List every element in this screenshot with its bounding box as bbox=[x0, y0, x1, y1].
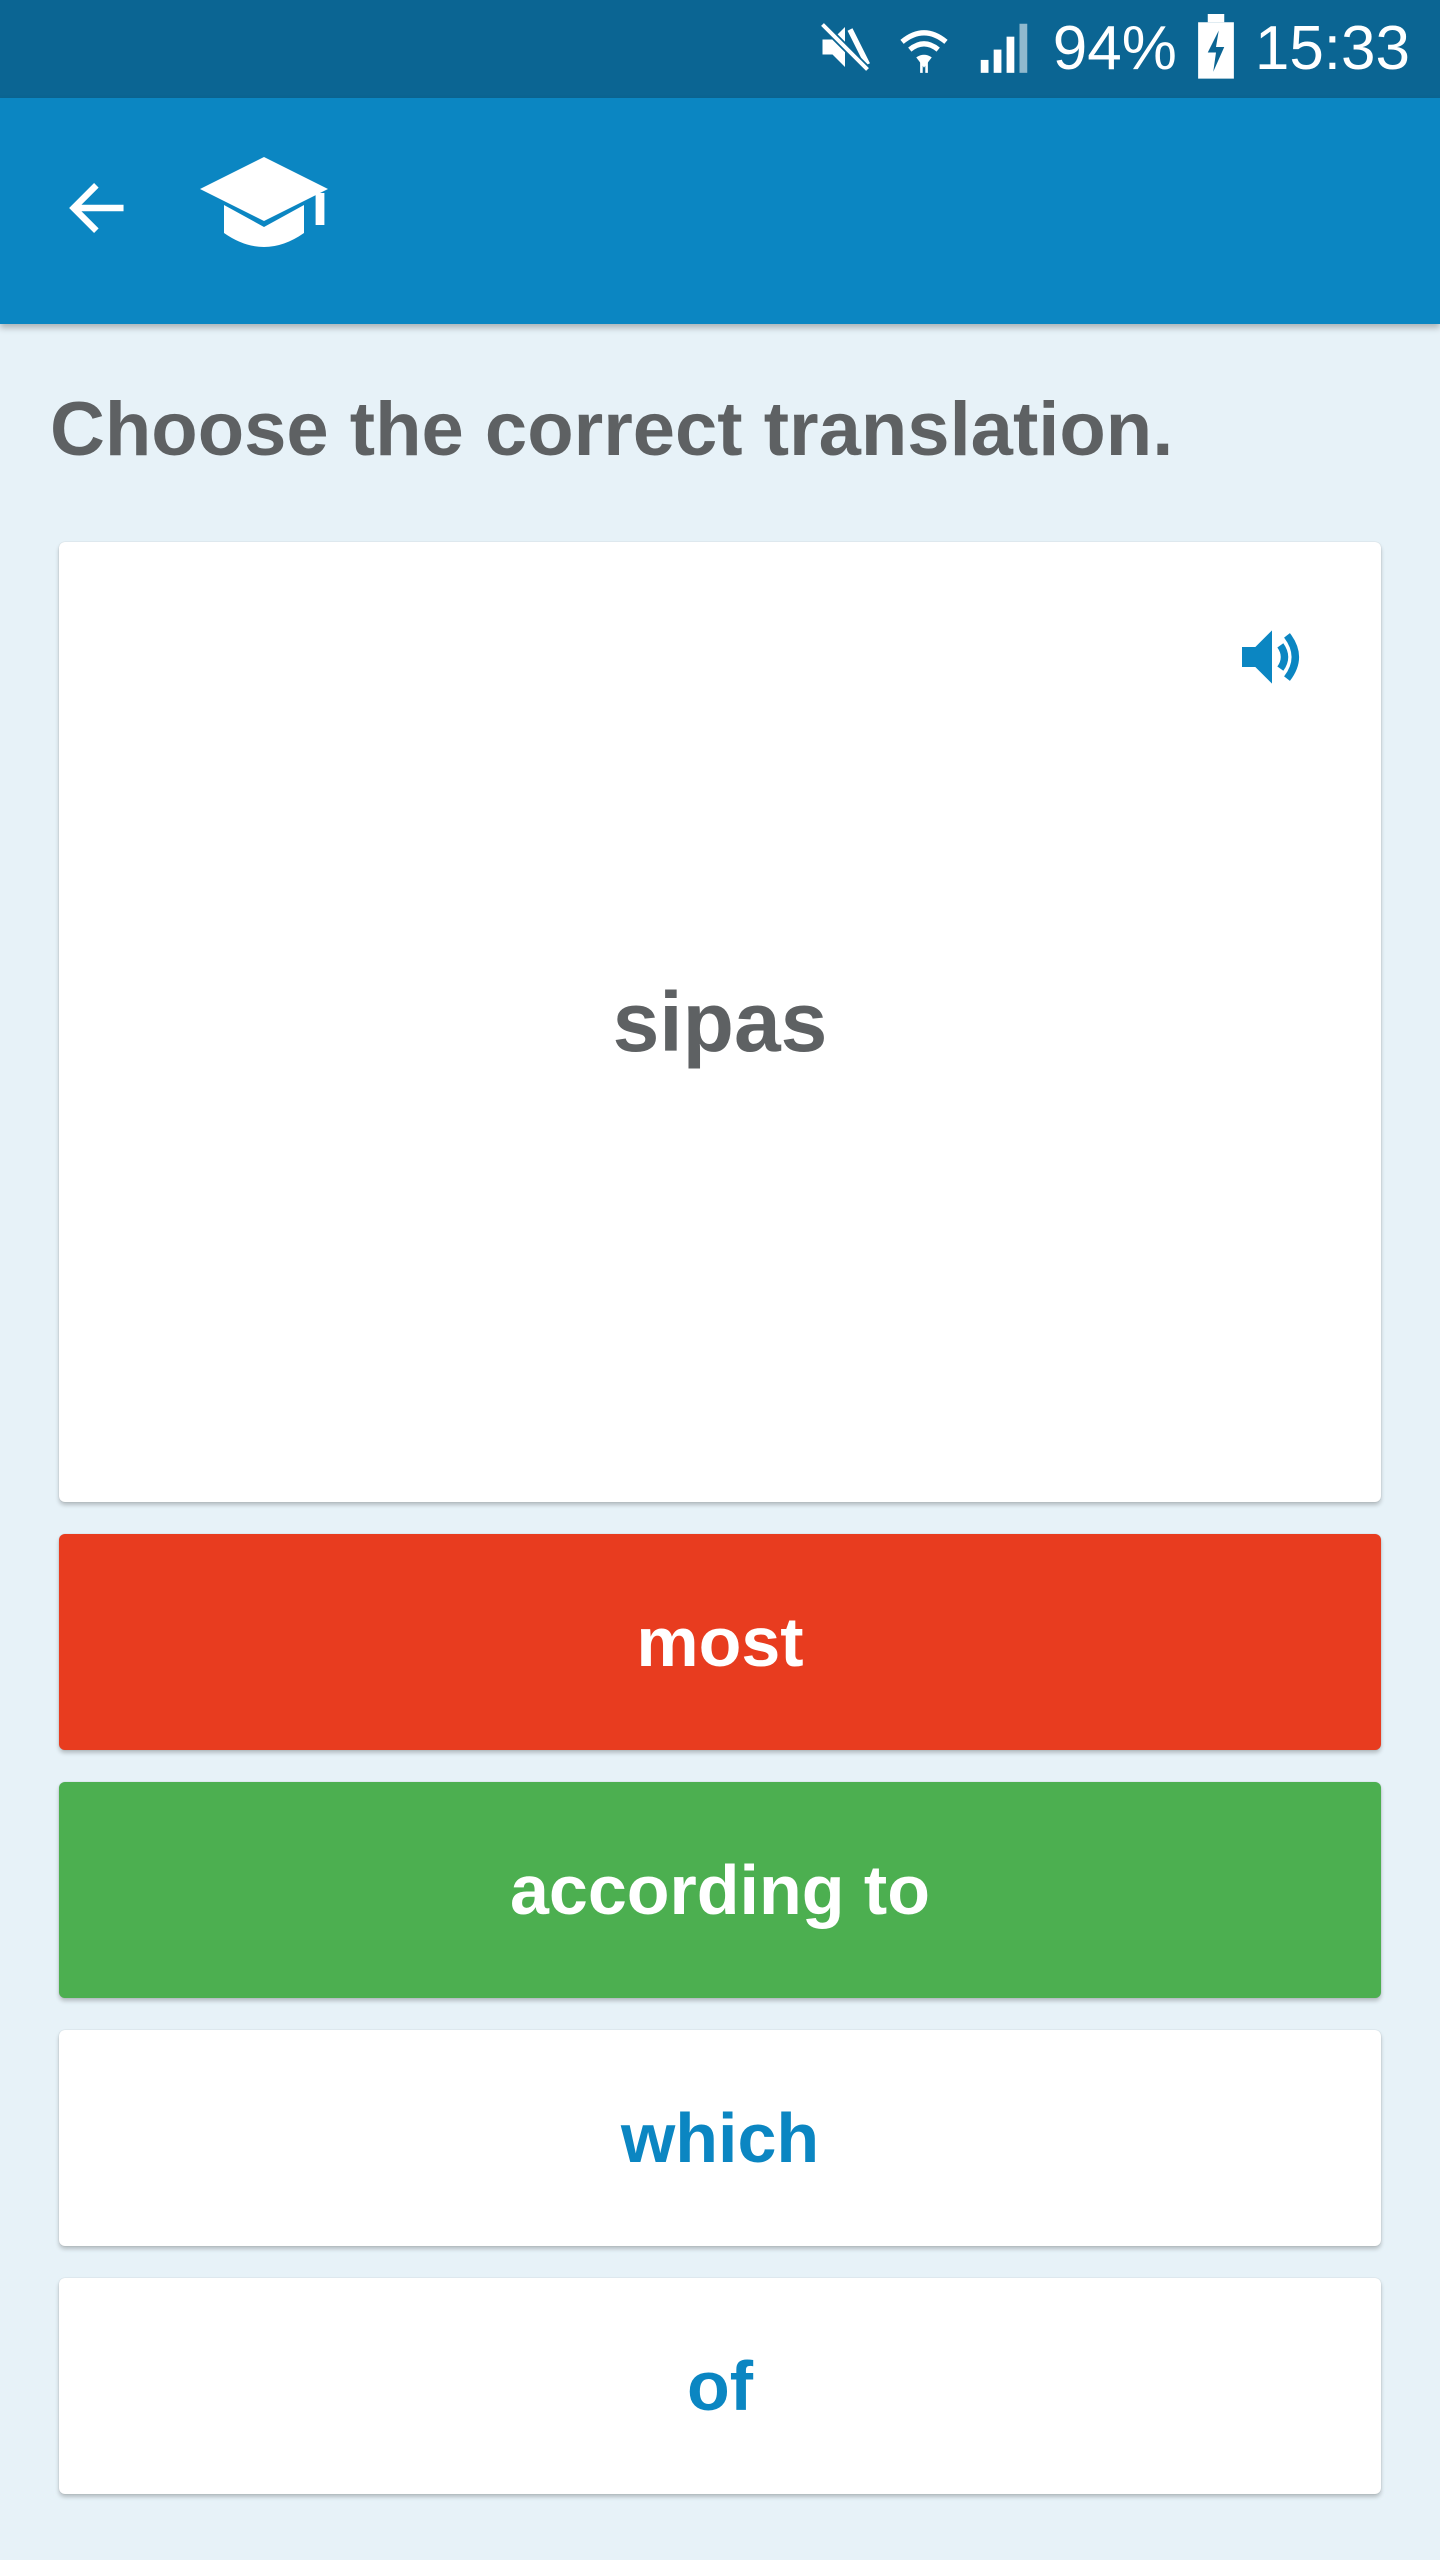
arrow-left-icon bbox=[62, 173, 132, 248]
graduation-cap-icon bbox=[196, 153, 332, 269]
answer-option-correct[interactable]: according to bbox=[59, 1782, 1381, 1998]
app-bar bbox=[0, 98, 1440, 324]
battery-charging-icon bbox=[1195, 13, 1237, 85]
answer-option[interactable]: which bbox=[59, 2030, 1381, 2246]
status-bar: 94% 15:33 bbox=[0, 0, 1440, 98]
mute-icon bbox=[815, 17, 875, 82]
source-word: sipas bbox=[612, 975, 828, 1069]
wifi-icon bbox=[893, 16, 955, 83]
battery-percent: 94% bbox=[1052, 14, 1177, 83]
instruction-heading: Choose the correct translation. bbox=[50, 387, 1174, 472]
word-card: sipas bbox=[59, 542, 1381, 1502]
answer-option-wrong[interactable]: most bbox=[59, 1534, 1381, 1750]
answer-option[interactable]: of bbox=[59, 2278, 1381, 2494]
clock: 15:33 bbox=[1254, 14, 1410, 83]
signal-icon bbox=[973, 16, 1035, 83]
status-icons: 94% 15:33 bbox=[815, 0, 1410, 98]
speaker-icon bbox=[1232, 617, 1312, 702]
play-audio-button[interactable] bbox=[1227, 614, 1317, 704]
back-button[interactable] bbox=[52, 165, 142, 255]
